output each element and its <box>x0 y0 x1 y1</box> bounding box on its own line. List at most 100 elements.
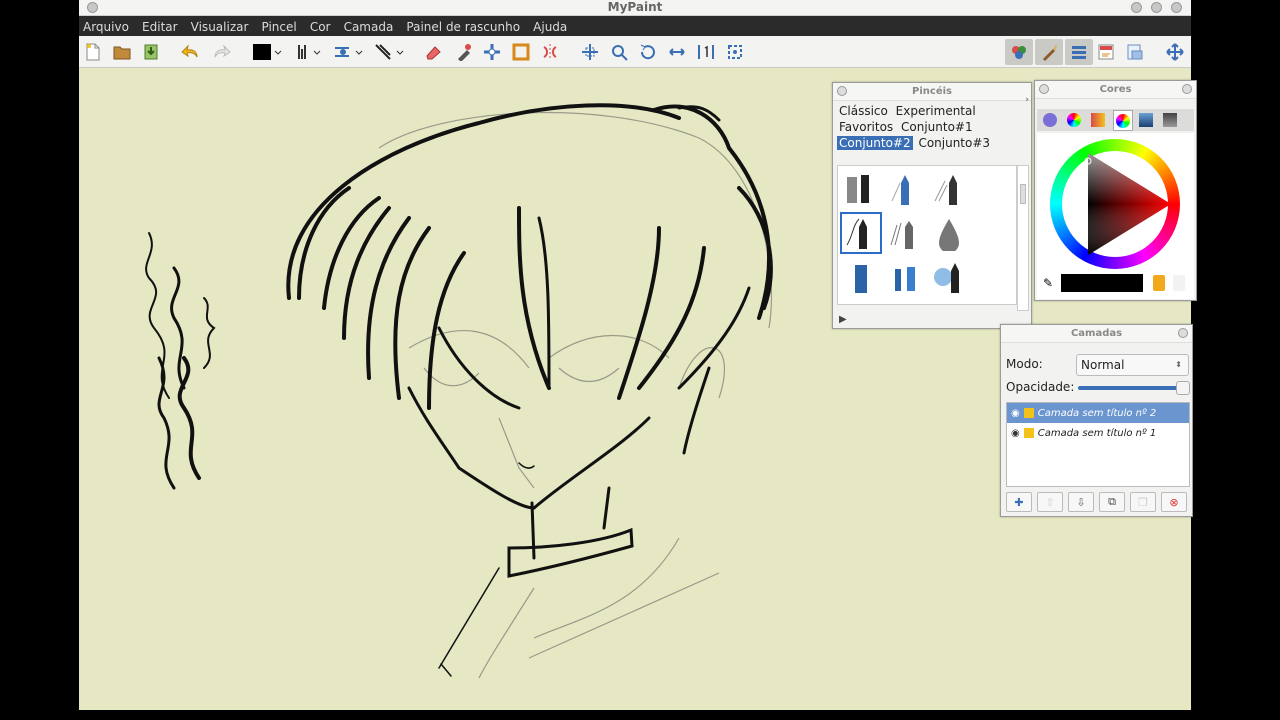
brush-chalk[interactable] <box>840 168 882 210</box>
tab-palette-icon[interactable] <box>1091 113 1105 127</box>
brush-settings-dropdown[interactable] <box>294 42 324 62</box>
lock-icon[interactable] <box>1023 428 1034 438</box>
mode-row: Modo: <box>1006 357 1043 371</box>
move-layer-icon[interactable] <box>482 42 502 62</box>
brush-group-conjunto-1[interactable]: Conjunto#1 <box>899 120 975 134</box>
delete-layer-button[interactable]: ⊗ <box>1161 492 1187 512</box>
tab-color-ring-icon[interactable] <box>1067 113 1081 127</box>
brush-groups: Clássico Experimental Favoritos Conjunto… <box>833 101 1031 153</box>
duplicate-layer-button[interactable]: ⧉ <box>1099 492 1125 512</box>
redo-icon[interactable] <box>211 42 231 62</box>
menu-camada[interactable]: Camada <box>340 17 398 37</box>
flip-horizontal-icon[interactable] <box>667 42 687 62</box>
layer-name: Camada sem título nº 1 <box>1037 427 1157 439</box>
brush-felt-pen[interactable] <box>884 212 926 254</box>
brush-group-conjunto-2[interactable]: Conjunto#2 <box>837 136 913 150</box>
fit-view-icon[interactable] <box>725 42 745 62</box>
menu-pincel[interactable]: Pincel <box>258 17 301 37</box>
layers-panel-close-button[interactable] <box>1178 328 1188 338</box>
menu-cor[interactable]: Cor <box>306 17 335 37</box>
menu-visualizar[interactable]: Visualizar <box>187 17 253 37</box>
visibility-eye-icon[interactable]: ◉ <box>1011 428 1020 439</box>
merge-layer-button[interactable]: ❐ <box>1130 492 1156 512</box>
line-mode-dropdown[interactable] <box>373 42 407 62</box>
current-color-swatch <box>1061 274 1143 292</box>
menu-editar[interactable]: Editar <box>138 17 182 37</box>
undo-icon[interactable] <box>181 42 201 62</box>
brush-group-conjunto-3[interactable]: Conjunto#3 <box>916 136 992 150</box>
minimize-button[interactable] <box>1131 2 1142 13</box>
preview-panel-toggle-icon[interactable] <box>1125 42 1145 62</box>
menu-painel-de-rascunho[interactable]: Painel de rascunho <box>402 17 524 37</box>
fullscreen-icon[interactable] <box>1165 42 1185 62</box>
brushes-panel-play-icon[interactable]: ▶ <box>839 314 847 325</box>
colors-panel-toggle-icon[interactable] <box>1005 39 1033 65</box>
mode-label: Modo: <box>1006 357 1043 371</box>
brush-group-favoritos[interactable]: Favoritos <box>837 120 895 134</box>
scratchpad-toggle-icon[interactable] <box>1096 42 1116 62</box>
tab-gradient-icon[interactable] <box>1139 113 1153 127</box>
layer-row-selected[interactable]: ◉ Camada sem título nº 2 <box>1007 403 1189 423</box>
eyedropper-icon[interactable]: ✎ <box>1043 276 1053 290</box>
brush-group-classico[interactable]: Clássico <box>837 104 890 118</box>
reset-zoom-icon[interactable] <box>696 42 716 62</box>
layers-panel-title: Camadas <box>1070 328 1123 339</box>
pan-view-icon[interactable] <box>580 42 600 62</box>
move-layer-up-button[interactable]: ⇧ <box>1037 492 1063 512</box>
color-wheel-area: ✎ <box>1037 133 1194 299</box>
tab-triangle-selected[interactable] <box>1113 110 1133 131</box>
rotate-view-icon[interactable] <box>638 42 658 62</box>
tab-hsv-wheel-icon[interactable] <box>1043 113 1057 127</box>
colors-panel-header: Cores <box>1035 81 1196 99</box>
layer-row[interactable]: ◉ Camada sem título nº 1 <box>1007 423 1189 443</box>
menu-arquivo[interactable]: Arquivo <box>79 17 133 37</box>
brushes-scrollbar[interactable] <box>1017 165 1029 311</box>
history-swatch-light[interactable] <box>1173 275 1185 291</box>
menu-bar: Arquivo Editar Visualizar Pincel Cor Cam… <box>79 16 1191 36</box>
maximize-button[interactable] <box>1151 2 1162 13</box>
color-picker-icon[interactable] <box>453 42 473 62</box>
brush-pencil-blue[interactable] <box>884 168 926 210</box>
history-swatch-orange[interactable] <box>1153 275 1165 291</box>
brush-watercolor[interactable] <box>928 256 970 298</box>
add-layer-button[interactable]: ✚ <box>1006 492 1032 512</box>
colors-panel-close-button[interactable] <box>1039 84 1049 94</box>
brushes-panel-header: Pincéis › <box>833 83 1031 105</box>
brushes-panel-expand-icon[interactable]: › <box>1025 91 1029 109</box>
mypaint-window: MyPaint Arquivo Editar Visualizar Pincel… <box>79 0 1197 710</box>
brushes-panel-toggle-icon[interactable] <box>1035 39 1063 65</box>
colors-panel-detach-button[interactable] <box>1182 84 1192 94</box>
symmetry-icon[interactable] <box>540 42 560 62</box>
lock-icon[interactable] <box>1023 408 1034 418</box>
saturation-value-triangle[interactable] <box>1050 139 1180 269</box>
brushes-panel-close-button[interactable] <box>837 86 847 96</box>
opacity-slider[interactable] <box>1078 381 1190 395</box>
brush-group-experimental[interactable]: Experimental <box>894 104 978 118</box>
mirror-symmetry-dropdown[interactable] <box>332 42 366 62</box>
colors-panel-title: Cores <box>1099 84 1132 95</box>
open-folder-icon[interactable] <box>112 42 132 62</box>
title-bar: MyPaint <box>79 0 1191 16</box>
brushes-panel: Pincéis › Clássico Experimental Favorito… <box>832 82 1032 329</box>
mode-select[interactable]: Normal ⬍ <box>1076 354 1189 376</box>
menu-ajuda[interactable]: Ajuda <box>529 17 571 37</box>
brush-marker[interactable] <box>840 256 882 298</box>
brush-pencil-graphite[interactable] <box>928 168 970 210</box>
brush-ink-pen-selected[interactable] <box>840 212 882 254</box>
save-icon[interactable] <box>141 42 161 62</box>
colors-panel: Cores ✎ <box>1034 80 1197 301</box>
eraser-icon[interactable] <box>423 42 443 62</box>
layers-panel-toggle-icon[interactable] <box>1065 39 1093 65</box>
brush-airbrush[interactable] <box>884 256 926 298</box>
zoom-view-icon[interactable] <box>609 42 629 62</box>
tab-sliders-icon[interactable] <box>1163 113 1177 127</box>
frame-icon[interactable] <box>511 42 531 62</box>
close-button[interactable] <box>1171 2 1182 13</box>
color-swatch-dropdown[interactable] <box>251 42 283 62</box>
visibility-eye-icon[interactable]: ◉ <box>1011 408 1020 419</box>
brush-blend[interactable] <box>928 212 970 254</box>
move-layer-down-button[interactable]: ⇩ <box>1068 492 1094 512</box>
layers-panel: Camadas Modo: Normal ⬍ Opacidade: ◉ Cama… <box>1000 324 1193 517</box>
new-file-icon[interactable] <box>83 42 103 62</box>
opacity-slider-handle[interactable] <box>1176 381 1190 395</box>
